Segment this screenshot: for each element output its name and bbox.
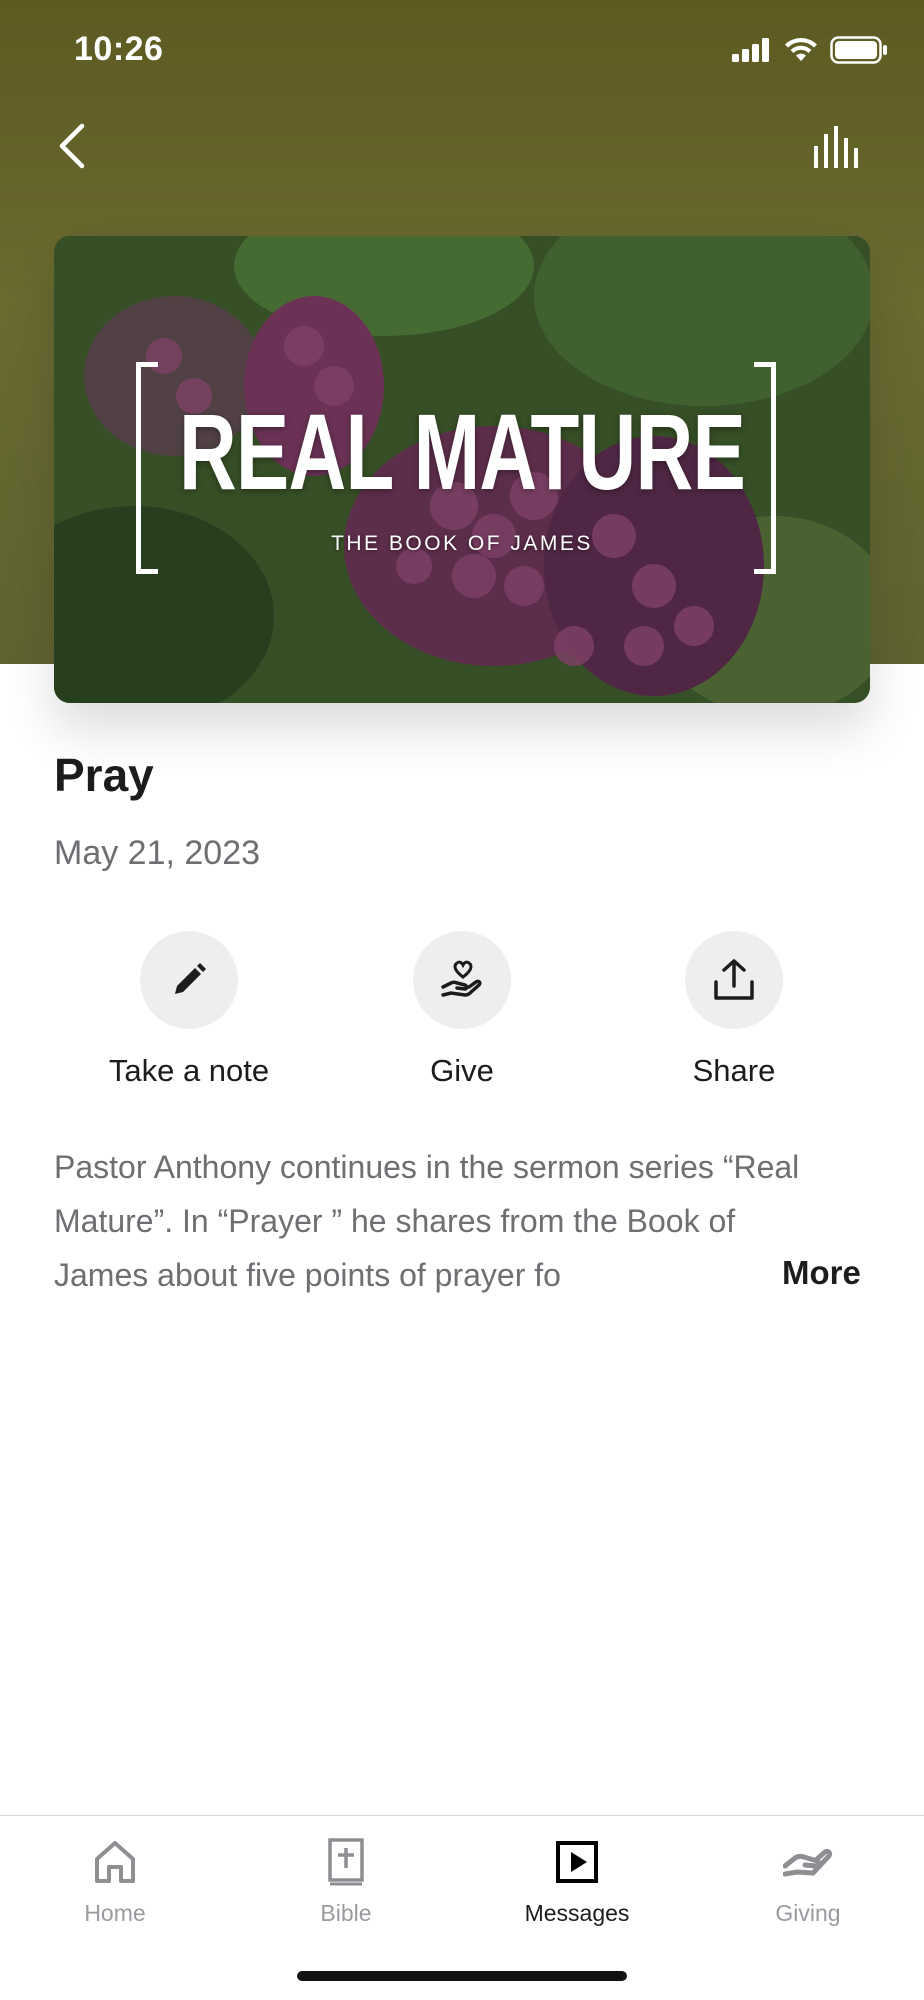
give-button[interactable]: Give [342, 931, 582, 1089]
tab-messages[interactable]: Messages [477, 1834, 677, 1927]
tab-home[interactable]: Home [15, 1834, 215, 1927]
artwork-subtitle: THE BOOK OF JAMES [331, 532, 593, 555]
take-note-button[interactable]: Take a note [69, 931, 309, 1089]
share-icon [714, 959, 754, 1000]
battery-icon [830, 36, 887, 64]
message-title: Pray [54, 749, 154, 801]
take-note-circle [140, 931, 238, 1029]
share-label: Share [692, 1053, 776, 1088]
heart-hand-icon [441, 960, 482, 997]
giving-hand-icon [783, 1848, 833, 1877]
tab-giving-label: Giving [775, 1900, 841, 1926]
tab-bible-label: Bible [320, 1900, 372, 1926]
cellular-signal-icon [732, 38, 769, 62]
status-time: 10:26 [74, 30, 164, 68]
wifi-icon [785, 38, 817, 61]
home-icon [95, 1841, 135, 1883]
home-indicator [297, 1971, 627, 1981]
pencil-icon [175, 963, 206, 994]
tab-bible[interactable]: Bible [246, 1834, 446, 1927]
take-note-label: Take a note [108, 1053, 270, 1088]
play-icon [556, 1841, 598, 1883]
series-artwork: REAL MATURE THE BOOK OF JAMES [54, 236, 870, 703]
message-date: May 21, 2023 [54, 834, 261, 872]
share-circle [685, 931, 783, 1029]
artwork-title: REAL MATURE [178, 391, 746, 512]
share-button[interactable]: Share [614, 931, 854, 1089]
chevron-left-icon [59, 123, 85, 169]
bible-icon [328, 1838, 364, 1886]
audio-bars-icon [814, 126, 858, 168]
tab-messages-label: Messages [524, 1900, 630, 1926]
tab-giving[interactable]: Giving [708, 1834, 908, 1927]
give-circle [413, 931, 511, 1029]
status-icons [732, 36, 888, 64]
tab-home-label: Home [84, 1900, 146, 1926]
back-button[interactable] [54, 118, 98, 174]
audio-button[interactable] [812, 126, 866, 170]
give-label: Give [430, 1053, 494, 1088]
more-button[interactable]: More [782, 1254, 861, 1292]
